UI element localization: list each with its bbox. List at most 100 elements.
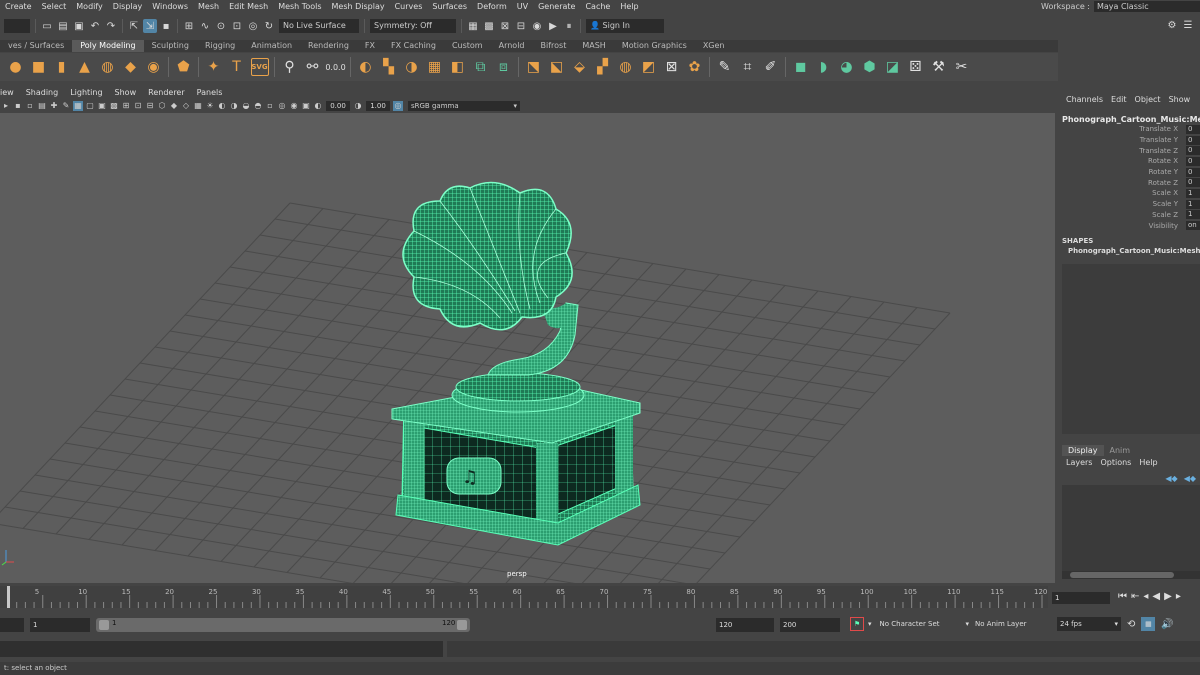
grease-pencil-icon[interactable]: ✎ — [61, 101, 71, 111]
select-hierarchy-icon[interactable]: ⇱ — [127, 19, 141, 33]
unfold-icon[interactable]: ⚒ — [930, 58, 948, 76]
history-icon[interactable]: ▦ — [466, 19, 480, 33]
new-layer-icon[interactable]: ◀◆ — [1165, 474, 1177, 483]
tab-rendering[interactable]: Rendering — [300, 40, 357, 52]
select-object-icon[interactable]: ⇲ — [143, 19, 157, 33]
resolution-gate-icon[interactable]: ▣ — [97, 101, 107, 111]
anti-alias-icon[interactable]: ◓ — [253, 101, 263, 111]
poly-platonic-icon[interactable]: ⬟ — [175, 58, 193, 76]
bookmark-icon[interactable]: ▫ — [25, 101, 35, 111]
xray-joints-icon[interactable]: ◉ — [289, 101, 299, 111]
wireframe-on-shaded-icon[interactable]: ◇ — [181, 101, 191, 111]
snap-grid-icon[interactable]: ⊞ — [182, 19, 196, 33]
render-icon[interactable]: ▩ — [482, 19, 496, 33]
attr-scale-z[interactable]: Scale Z1 — [1058, 210, 1200, 221]
tab-arnold[interactable]: Arnold — [491, 40, 533, 52]
panel-menu-view[interactable]: iew — [0, 88, 20, 97]
grid-icon[interactable]: ▦ — [73, 100, 83, 111]
lights-icon[interactable]: ☀ — [205, 101, 215, 111]
range-start-handle[interactable] — [99, 620, 109, 630]
attr-rotate-y[interactable]: Rotate Y0 — [1058, 167, 1200, 178]
wireframe-icon[interactable]: ⬡ — [157, 101, 167, 111]
sound-icon[interactable]: 🔊 — [1161, 619, 1173, 630]
layer-scrollbar[interactable] — [1062, 571, 1200, 579]
snap-live-icon[interactable]: ↻ — [262, 19, 276, 33]
range-end-handle[interactable] — [457, 620, 467, 630]
tab-sculpting[interactable]: Sculpting — [144, 40, 197, 52]
layer-menu-options[interactable]: Options — [1100, 458, 1131, 467]
ambient-occlusion-icon[interactable]: ◑ — [229, 101, 239, 111]
play-backwards-icon[interactable]: ◀ — [1152, 591, 1160, 602]
poly-cylinder-icon[interactable]: ▮ — [53, 58, 71, 76]
camera-attributes-icon[interactable]: ▪ — [13, 101, 23, 111]
menu-mesh[interactable]: Mesh — [193, 2, 224, 11]
menu-generate[interactable]: Generate — [533, 2, 580, 11]
snap-view-icon[interactable]: ⊡ — [230, 19, 244, 33]
gamma-icon[interactable]: ◑ — [353, 101, 363, 111]
panel-menu-renderer[interactable]: Renderer — [142, 88, 191, 97]
fps-dropdown[interactable]: 24 fps ▾ — [1057, 617, 1122, 631]
menu-deform[interactable]: Deform — [472, 2, 512, 11]
poly-sphere-icon[interactable]: ● — [7, 58, 25, 76]
crease-icon[interactable]: ⚯ — [304, 58, 322, 76]
sign-in-dropdown[interactable]: 👤 Sign In — [586, 19, 664, 33]
step-back-key-icon[interactable]: ⇤ — [1131, 591, 1139, 602]
smooth-shade-icon[interactable]: ◆ — [169, 101, 179, 111]
bridge-icon[interactable]: ⬕ — [548, 58, 566, 76]
panel-menu-show[interactable]: Show — [109, 88, 143, 97]
fill-hole-icon[interactable]: ◍ — [617, 58, 635, 76]
view-transform-dropdown[interactable]: sRGB gamma ▾ — [408, 100, 520, 111]
tab-anim-layers[interactable]: Anim — [1104, 445, 1137, 456]
panel-menu-panels[interactable]: Panels — [191, 88, 229, 97]
safe-title-icon[interactable]: ⊟ — [145, 101, 155, 111]
shape-node-name[interactable]: Phonograph_Cartoon_Music:MeshS — [1058, 247, 1200, 255]
attr-scale-y[interactable]: Scale Y1 — [1058, 199, 1200, 210]
attr-translate-z[interactable]: Translate Z0 — [1058, 145, 1200, 156]
poly-cube-icon[interactable]: ■ — [30, 58, 48, 76]
anim-preferences-icon[interactable]: ▦ — [1141, 617, 1156, 631]
snap-surface-icon[interactable]: ◎ — [246, 19, 260, 33]
menu-mesh-display[interactable]: Mesh Display — [327, 2, 390, 11]
poly-plane-icon[interactable]: ◆ — [122, 58, 140, 76]
workspace-dropdown[interactable]: Maya Classic — [1094, 1, 1200, 12]
menu-display[interactable]: Display — [108, 2, 148, 11]
step-back-frame-icon[interactable]: ◂ — [1143, 591, 1148, 602]
poly-cone-icon[interactable]: ▲ — [76, 58, 94, 76]
current-frame-field[interactable]: 1 — [1052, 592, 1110, 604]
bevel-icon[interactable]: ⬙ — [571, 58, 589, 76]
field-chart-icon[interactable]: ⊞ — [121, 101, 131, 111]
menu-edit-mesh[interactable]: Edit Mesh — [224, 2, 273, 11]
auto-key-icon[interactable]: ⚑ — [850, 617, 864, 631]
step-forward-frame-icon[interactable]: ▸ — [1176, 591, 1181, 602]
camera-map-icon[interactable]: ◪ — [884, 58, 902, 76]
play-forwards-icon[interactable]: ▶ — [1164, 591, 1172, 602]
menu-modify[interactable]: Modify — [71, 2, 108, 11]
cylindrical-map-icon[interactable]: ◗ — [815, 58, 833, 76]
menu-uv[interactable]: UV — [512, 2, 533, 11]
panel-menu-lighting[interactable]: Lighting — [64, 88, 108, 97]
cb-menu-object[interactable]: Object — [1135, 95, 1161, 104]
textured-icon[interactable]: ▦ — [193, 101, 203, 111]
exposure-field[interactable]: 0.00 — [326, 100, 350, 111]
render-view-icon[interactable]: ⊠ — [498, 19, 512, 33]
tab-fx-caching[interactable]: FX Caching — [383, 40, 444, 52]
isolate-select-icon[interactable]: ▫ — [265, 101, 275, 111]
tab-mash[interactable]: MASH — [574, 40, 613, 52]
select-component-icon[interactable]: ▪ — [159, 19, 173, 33]
attr-rotate-z[interactable]: Rotate Z0 — [1058, 177, 1200, 188]
poly-torus-icon[interactable]: ◍ — [99, 58, 117, 76]
cb-menu-channels[interactable]: Channels — [1066, 95, 1103, 104]
quad-draw-icon[interactable]: ✐ — [762, 58, 780, 76]
poly-type-icon[interactable]: T — [228, 58, 246, 76]
attr-rotate-x[interactable]: Rotate X0 — [1058, 156, 1200, 167]
playback-start-field[interactable]: 1 — [30, 618, 90, 632]
hypershade-icon[interactable]: ◉ — [530, 19, 544, 33]
gamma-field[interactable]: 1.00 — [366, 100, 390, 111]
phonograph-mesh[interactable]: ♫ — [391, 181, 641, 546]
tab-motion-graphics[interactable]: Motion Graphics — [614, 40, 695, 52]
extract-icon[interactable]: ◑ — [403, 58, 421, 76]
save-scene-icon[interactable]: ▣ — [72, 19, 86, 33]
motion-blur-icon[interactable]: ◒ — [241, 101, 251, 111]
tab-xgen[interactable]: XGen — [695, 40, 733, 52]
tab-fx[interactable]: FX — [357, 40, 383, 52]
